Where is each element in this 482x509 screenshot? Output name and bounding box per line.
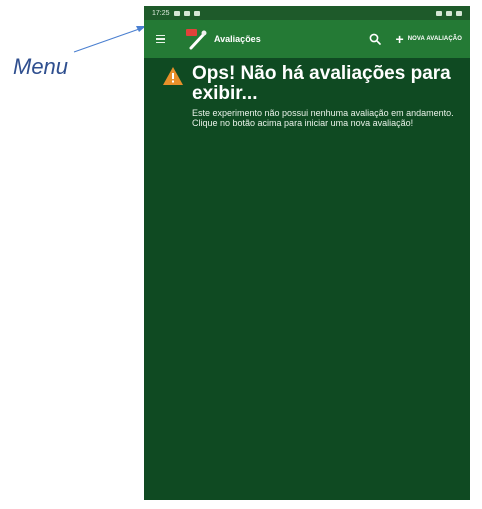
battery-icon xyxy=(456,10,462,16)
annotation-arrow xyxy=(73,26,146,53)
mail-icon xyxy=(183,10,190,16)
play-icon xyxy=(193,10,200,16)
new-evaluation-button[interactable]: + NOVA AVALIAÇÃO xyxy=(396,32,462,46)
status-right xyxy=(436,10,462,16)
empty-state-title: Ops! Não há avaliações para exibir... xyxy=(192,63,451,104)
device-screen: 17:25 Avaliações + NOVA AVALIAÇÃO Ops! N… xyxy=(144,6,470,500)
menu-annotation-label: Menu xyxy=(13,54,69,79)
status-bar: 17:25 xyxy=(144,6,470,20)
plus-icon: + xyxy=(395,31,404,47)
menu-icon[interactable] xyxy=(152,29,172,49)
app-logo-icon xyxy=(186,29,207,50)
status-left: 17:25 xyxy=(152,10,200,17)
warning-icon xyxy=(163,67,183,85)
notification-icon xyxy=(173,10,180,16)
empty-state-text: Ops! Não há avaliações para exibir... Es… xyxy=(192,63,458,129)
app-bar: Avaliações + NOVA AVALIAÇÃO xyxy=(144,20,470,58)
canvas: Menu 17:25 Avaliações + NOVA AVALIAÇÃO O… xyxy=(0,0,482,509)
status-time: 17:25 xyxy=(152,9,170,17)
new-evaluation-label: NOVA AVALIAÇÃO xyxy=(407,36,462,42)
empty-state: Ops! Não há avaliações para exibir... Es… xyxy=(162,64,458,128)
search-icon xyxy=(369,33,381,45)
search-button[interactable] xyxy=(366,30,384,48)
app-title: Avaliações xyxy=(214,34,261,44)
empty-state-description: Este experimento não possui nenhuma aval… xyxy=(192,108,454,128)
wifi-icon xyxy=(446,10,452,16)
mute-icon xyxy=(436,10,442,16)
